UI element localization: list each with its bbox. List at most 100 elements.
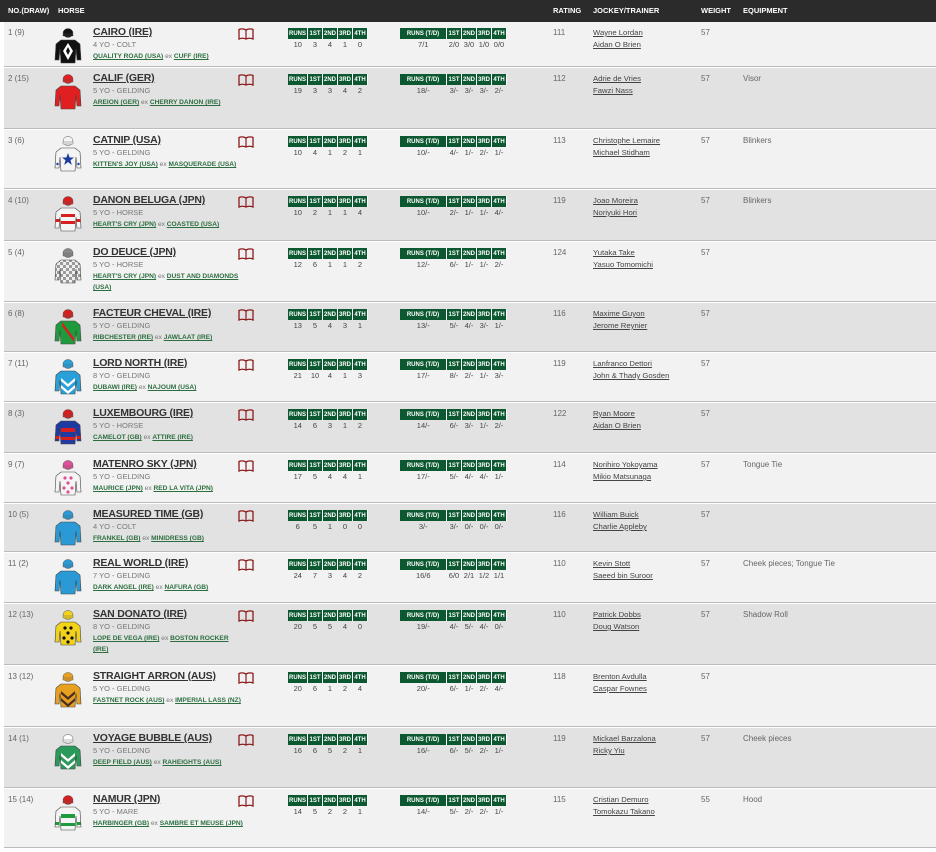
horse-name-link[interactable]: SAN DONATO (IRE): [93, 608, 187, 620]
form-book-icon[interactable]: [238, 309, 254, 321]
horse-name-link[interactable]: CAIRO (IRE): [93, 26, 152, 38]
dam-link[interactable]: MASQUERADE (USA): [168, 161, 236, 168]
horse-name-link[interactable]: CALIF (GER): [93, 72, 155, 84]
horse-name-link[interactable]: MATENRO SKY (JPN): [93, 458, 197, 470]
form-book-icon[interactable]: [238, 559, 254, 571]
runs-td-header-second: 2ND: [461, 359, 477, 370]
trainer-link[interactable]: Noriyuki Hori: [593, 207, 638, 219]
jockey-link[interactable]: Joao Moreira: [593, 195, 638, 207]
horse-name-link[interactable]: NAMUR (JPN): [93, 793, 160, 805]
form-book-icon[interactable]: [238, 460, 254, 472]
sire-link[interactable]: CAMELOT (GB): [93, 434, 142, 441]
trainer-link[interactable]: Jerome Reynier: [593, 320, 647, 332]
horse-name-link[interactable]: LUXEMBOURG (IRE): [93, 407, 193, 419]
dam-link[interactable]: SAMBRE ET MEUSE (JPN): [160, 820, 243, 827]
sire-link[interactable]: DUBAWI (IRE): [93, 384, 137, 391]
runs-table: RUNS 1ST 2ND 3RD 4TH 12 6 1 1 2: [288, 248, 368, 270]
jockey-link[interactable]: Kevin Stott: [593, 558, 653, 570]
jockey-link[interactable]: Patrick Dobbs: [593, 609, 641, 621]
dam-link[interactable]: NAJOUM (USA): [148, 384, 197, 391]
dam-link[interactable]: NAFURA (GB): [164, 584, 208, 591]
dam-link[interactable]: MINIDRESS (GB): [151, 535, 204, 542]
runs-value: 5: [312, 321, 318, 330]
runs-value: 1: [342, 208, 348, 217]
form-book-icon[interactable]: [238, 409, 254, 421]
dam-link[interactable]: ATTIRE (IRE): [152, 434, 193, 441]
horse-name-link[interactable]: MEASURED TIME (GB): [93, 508, 203, 520]
horse-name-link[interactable]: DANON BELUGA (JPN): [93, 194, 205, 206]
dam-link[interactable]: CUFF (IRE): [174, 53, 209, 60]
sire-link[interactable]: DARK ANGEL (IRE): [93, 584, 154, 591]
dam-link[interactable]: CHERRY DANON (IRE): [150, 99, 221, 106]
trainer-link[interactable]: Tomokazu Takano: [593, 806, 655, 818]
jockey-link[interactable]: Christophe Lemaire: [593, 135, 660, 147]
jockey-link[interactable]: Lanfranco Dettori: [593, 358, 669, 370]
sire-link[interactable]: HEART'S CRY (JPN): [93, 221, 156, 228]
form-book-icon[interactable]: [238, 74, 254, 86]
form-book-icon[interactable]: [238, 248, 254, 260]
jockey-link[interactable]: Adrie de Vries: [593, 73, 641, 85]
jockey-link[interactable]: Wayne Lordan: [593, 27, 643, 39]
horse-name-link[interactable]: LORD NORTH (IRE): [93, 357, 187, 369]
form-book-icon[interactable]: [238, 359, 254, 371]
trainer-link[interactable]: Doug Watson: [593, 621, 641, 633]
runs-td-header-fourth: 4TH: [491, 510, 507, 521]
dam-link[interactable]: IMPERIAL LASS (NZ): [175, 697, 241, 704]
horse-name-link[interactable]: VOYAGE BUBBLE (AUS): [93, 732, 212, 744]
form-book-icon[interactable]: [238, 610, 254, 622]
trainer-link[interactable]: Aidan O Brien: [593, 420, 641, 432]
sire-link[interactable]: AREION (GER): [93, 99, 139, 106]
runs-value: 3: [327, 571, 333, 580]
runs-table: RUNS 1ST 2ND 3RD 4TH 17 5 4 4 1: [288, 460, 368, 482]
jockey-link[interactable]: Cristian Demuro: [593, 794, 655, 806]
trainer-link[interactable]: Fawzi Nass: [593, 85, 641, 97]
weight-value: 57: [701, 359, 710, 368]
jockey-link[interactable]: Norihiro Yokoyama: [593, 459, 658, 471]
runs-td-header-third: 3RD: [476, 28, 492, 39]
dam-link[interactable]: RAHEIGHTS (AUS): [163, 759, 222, 766]
jockey-link[interactable]: Yutaka Take: [593, 247, 653, 259]
trainer-link[interactable]: Aidan O Brien: [593, 39, 643, 51]
jockey-link[interactable]: Maxime Guyon: [593, 308, 647, 320]
trainer-link[interactable]: Mikio Matsunaga: [593, 471, 658, 483]
trainer-link[interactable]: Michael Stidham: [593, 147, 660, 159]
form-book-icon[interactable]: [238, 196, 254, 208]
horse-name-link[interactable]: STRAIGHT ARRON (AUS): [93, 670, 216, 682]
runs-td-value: 2/-: [479, 148, 489, 157]
trainer-link[interactable]: Yasuo Tomomichi: [593, 259, 653, 271]
horse-name-link[interactable]: CATNIP (USA): [93, 134, 161, 146]
jockey-link[interactable]: William Buick: [593, 509, 647, 521]
horse-name-link[interactable]: DO DEUCE (JPN): [93, 246, 176, 258]
form-book-icon[interactable]: [238, 672, 254, 684]
dam-link[interactable]: JAWLAAT (IRE): [164, 334, 213, 341]
dam-link[interactable]: RED LA VITA (JPN): [153, 485, 212, 492]
trainer-link[interactable]: Charlie Appleby: [593, 521, 647, 533]
sire-link[interactable]: FASTNET ROCK (AUS): [93, 697, 164, 704]
trainer-link[interactable]: John & Thady Gosden: [593, 370, 669, 382]
jockey-link[interactable]: Ryan Moore: [593, 408, 641, 420]
runs-td-table: RUNS (T/D) 1ST 2ND 3RD 4TH 13/- 5/- 4/- 3/- 1/-: [400, 309, 507, 331]
form-book-icon[interactable]: [238, 795, 254, 807]
dam-link[interactable]: COASTED (USA): [167, 221, 219, 228]
sire-link[interactable]: HEART'S CRY (JPN): [93, 273, 156, 280]
horse-name-link[interactable]: REAL WORLD (IRE): [93, 557, 188, 569]
jockey-link[interactable]: Mickael Barzalona: [593, 733, 656, 745]
trainer-link[interactable]: Ricky Yiu: [593, 745, 656, 757]
sire-link[interactable]: MAURICE (JPN): [93, 485, 143, 492]
sire-link[interactable]: FRANKEL (GB): [93, 535, 141, 542]
form-book-icon[interactable]: [238, 28, 254, 40]
jockey-link[interactable]: Brenton Avdulla: [593, 671, 647, 683]
sire-link[interactable]: DEEP FIELD (AUS): [93, 759, 152, 766]
form-book-icon[interactable]: [238, 510, 254, 522]
sire-link[interactable]: QUALITY ROAD (USA): [93, 53, 163, 60]
horse-name-link[interactable]: FACTEUR CHEVAL (IRE): [93, 307, 211, 319]
sire-link[interactable]: LOPE DE VEGA (IRE): [93, 635, 159, 642]
trainer-link[interactable]: Caspar Fownes: [593, 683, 647, 695]
sire-link[interactable]: KITTEN'S JOY (USA): [93, 161, 158, 168]
sire-link[interactable]: HARBINGER (GB): [93, 820, 149, 827]
form-book-icon[interactable]: [238, 734, 254, 746]
runs-value: 3: [342, 321, 348, 330]
form-book-icon[interactable]: [238, 136, 254, 148]
trainer-link[interactable]: Saeed bin Suroor: [593, 570, 653, 582]
sire-link[interactable]: RIBCHESTER (IRE): [93, 334, 153, 341]
